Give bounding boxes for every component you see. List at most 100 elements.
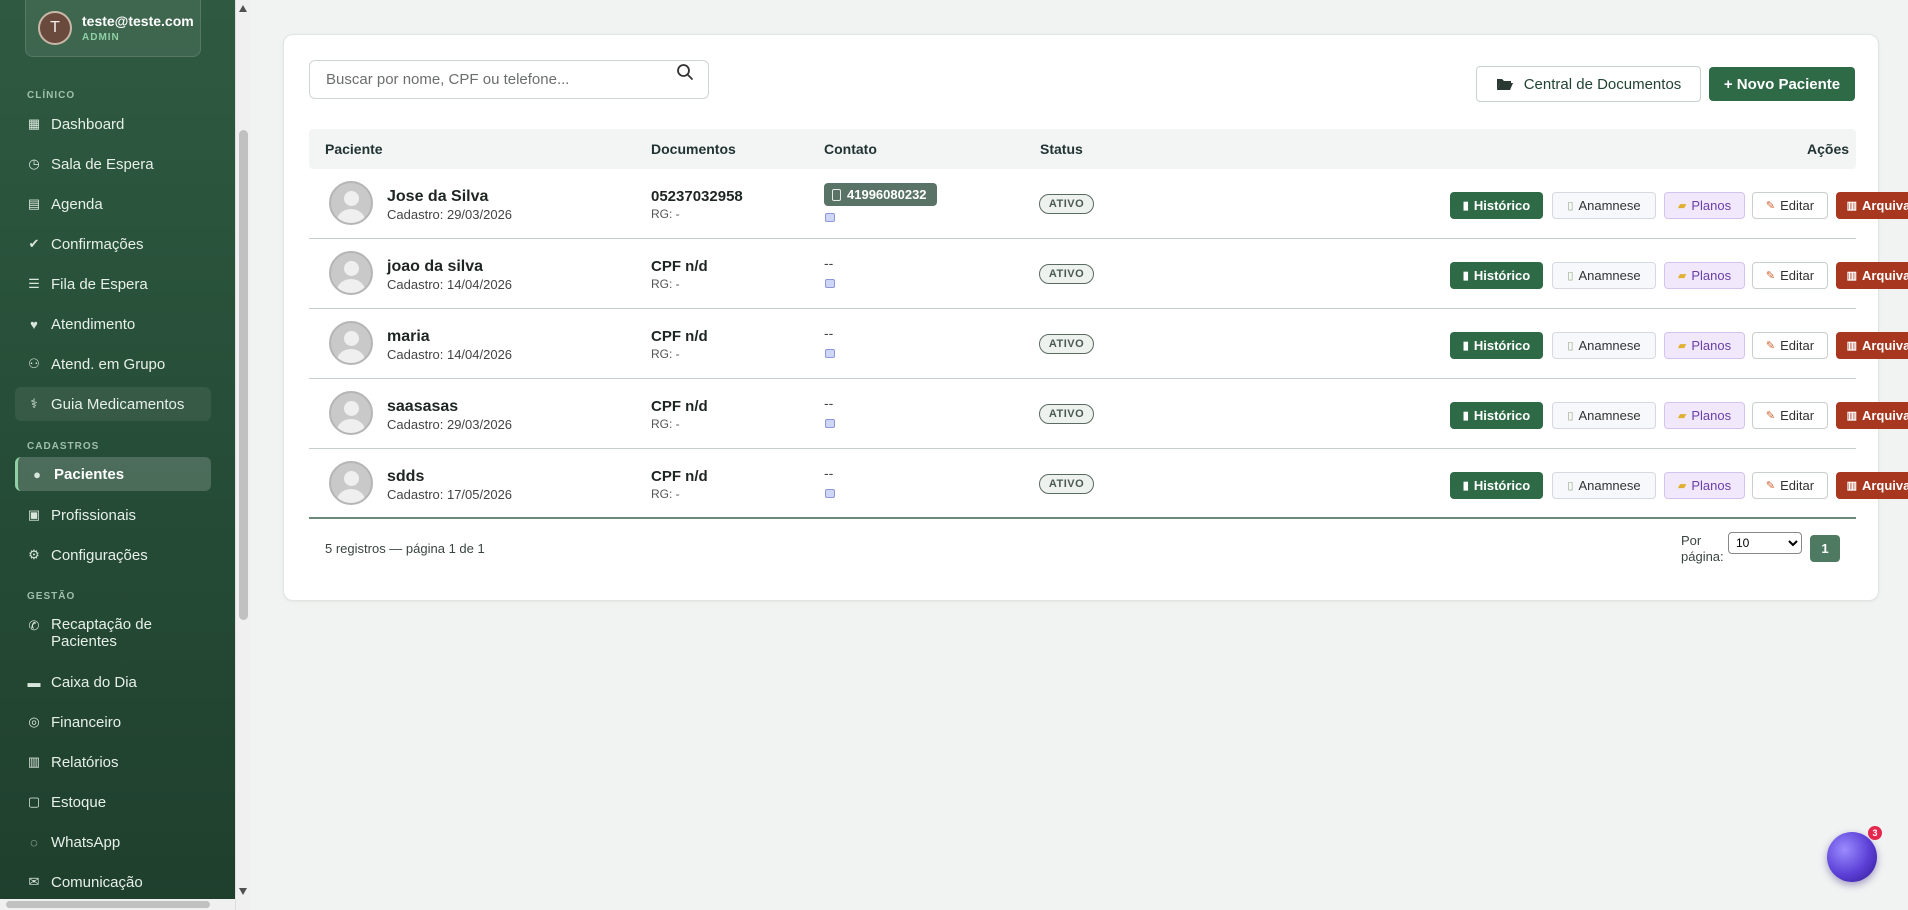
- editar-button[interactable]: ✎ Editar: [1752, 402, 1828, 429]
- pagination-info: 5 registros — página 1 de 1: [325, 541, 485, 556]
- bar-chart-icon: ▥: [27, 754, 41, 769]
- sidebar-item-configuracoes[interactable]: ⚙ Configurações: [15, 538, 211, 572]
- sidebar-item-sala-de-espera[interactable]: ◷ Sala de Espera: [15, 147, 211, 181]
- historico-button[interactable]: ▮ Histórico: [1450, 332, 1543, 359]
- patient-doc: CPF n/d: [651, 328, 708, 345]
- anamnese-button[interactable]: ▯ Anamnese: [1552, 262, 1656, 289]
- sidebar-item-profissionais[interactable]: ▣ Profissionais: [15, 498, 211, 532]
- anamnese-button[interactable]: ▯ Anamnese: [1552, 472, 1656, 499]
- planos-button[interactable]: ▰ Planos: [1664, 332, 1745, 359]
- status-badge: ATIVO: [1039, 404, 1094, 424]
- chat-assistant-button[interactable]: [1827, 832, 1877, 882]
- sidebar-item-financeiro[interactable]: ◎ Financeiro: [15, 705, 211, 739]
- search-icon[interactable]: [676, 63, 694, 81]
- header-acoes: Ações: [1807, 141, 1850, 157]
- briefcase-icon: ▬: [27, 674, 41, 690]
- editar-button[interactable]: ✎ Editar: [1752, 472, 1828, 499]
- patient-avatar: [329, 321, 373, 365]
- sidebar-item-estoque[interactable]: ▢ Estoque: [15, 785, 211, 819]
- sidebar-item-dashboard[interactable]: ▦ Dashboard: [15, 107, 211, 141]
- anamnese-button[interactable]: ▯ Anamnese: [1552, 192, 1656, 219]
- historico-button[interactable]: ▮ Histórico: [1450, 192, 1543, 219]
- pills-icon: ⚕: [30, 396, 38, 411]
- clipboard-icon: ▯: [1567, 200, 1574, 212]
- arquivar-button[interactable]: ▥Arquivar: [1836, 402, 1908, 429]
- scroll-down-arrow[interactable]: [239, 888, 247, 895]
- search-input[interactable]: [309, 60, 709, 99]
- sidebar-horizontal-scrollbar[interactable]: [0, 899, 235, 910]
- central-documentos-button[interactable]: Central de Documentos: [1476, 66, 1701, 102]
- novo-paciente-button[interactable]: + Novo Paciente: [1709, 67, 1855, 101]
- book-icon: ▮: [1462, 270, 1469, 282]
- phone-badge[interactable]: 41996080232: [824, 183, 937, 206]
- patient-avatar: [329, 251, 373, 295]
- per-page-select[interactable]: 10: [1728, 532, 1802, 554]
- historico-button[interactable]: ▮ Histórico: [1450, 472, 1543, 499]
- arquivar-button[interactable]: ▥Arquivar: [1836, 472, 1908, 499]
- historico-button[interactable]: ▮ Histórico: [1450, 402, 1543, 429]
- horizontal-scroll-thumb[interactable]: [6, 901, 210, 908]
- planos-button[interactable]: ▰ Planos: [1664, 402, 1745, 429]
- book-icon: ▮: [1462, 480, 1469, 492]
- sidebar-item-caixa-do-dia[interactable]: ▬ Caixa do Dia: [15, 665, 211, 699]
- clock-icon: ◷: [28, 156, 40, 171]
- anamnese-button[interactable]: ▯ Anamnese: [1552, 402, 1656, 429]
- planos-button[interactable]: ▰ Planos: [1664, 192, 1745, 219]
- sidebar-item-relatorios[interactable]: ▥ Relatórios: [15, 745, 211, 779]
- patient-date: Cadastro: 29/03/2026: [387, 207, 513, 222]
- patient-date: Cadastro: 14/04/2026: [387, 347, 513, 362]
- editar-button[interactable]: ✎ Editar: [1752, 192, 1828, 219]
- status-badge: ATIVO: [1039, 194, 1094, 214]
- sidebar-vertical-scrollbar[interactable]: [235, 0, 250, 910]
- pencil-icon: ✎: [1765, 270, 1776, 282]
- grid-icon: ▦: [27, 116, 41, 131]
- arquivar-button[interactable]: ▥Arquivar: [1836, 192, 1908, 219]
- user-card[interactable]: T teste@teste.com ADMIN: [25, 0, 201, 57]
- sidebar-item-confirmacoes[interactable]: ✔ Confirmações: [15, 227, 211, 261]
- sidebar-item-fila-de-espera[interactable]: ☰ Fila de Espera: [15, 267, 211, 301]
- patient-contact: --: [824, 325, 834, 341]
- patient-name[interactable]: sdds: [387, 468, 424, 486]
- table-row: joao da silva Cadastro: 14/04/2026 CPF n…: [309, 239, 1908, 309]
- arquivar-button[interactable]: ▥Arquivar: [1836, 262, 1908, 289]
- heart-pulse-icon: ♥: [30, 316, 38, 332]
- book-icon: ▮: [1462, 200, 1469, 212]
- patient-name[interactable]: Jose da Silva: [387, 188, 488, 206]
- patient-avatar: [329, 181, 373, 225]
- patient-name[interactable]: joao da silva: [387, 258, 483, 276]
- email-icon: [825, 213, 835, 222]
- sidebar-item-atend-em-grupo[interactable]: ⚇ Atend. em Grupo: [15, 347, 211, 381]
- sidebar-item-agenda[interactable]: ▤ Agenda: [15, 187, 211, 221]
- page-button-current[interactable]: 1: [1810, 535, 1840, 562]
- table-row: saasasas Cadastro: 29/03/2026 CPF n/d RG…: [309, 379, 1908, 449]
- sidebar-item-comunicacao[interactable]: ✉ Comunicação: [15, 865, 211, 899]
- user-icon: ●: [33, 466, 41, 482]
- vertical-scroll-thumb[interactable]: [239, 130, 248, 620]
- editar-button[interactable]: ✎ Editar: [1752, 332, 1828, 359]
- sidebar-item-atendimento[interactable]: ♥ Atendimento: [15, 307, 211, 341]
- historico-button[interactable]: ▮ Histórico: [1450, 262, 1543, 289]
- patient-name[interactable]: maria: [387, 328, 430, 346]
- sidebar-item-recaptacao[interactable]: ✆ Recaptação de Pacientes: [15, 612, 211, 654]
- anamnese-button[interactable]: ▯ Anamnese: [1552, 332, 1656, 359]
- phone-icon: [832, 188, 841, 201]
- user-role: ADMIN: [82, 32, 120, 43]
- pencil-icon: ✎: [1765, 480, 1776, 492]
- folder-icon: ▰: [1677, 410, 1687, 422]
- sidebar-item-pacientes[interactable]: ● Pacientes: [15, 457, 211, 491]
- sidebar-item-whatsapp[interactable]: ◌ WhatsApp: [15, 825, 211, 859]
- planos-button[interactable]: ▰ Planos: [1664, 262, 1745, 289]
- arquivar-button[interactable]: ▥Arquivar: [1836, 332, 1908, 359]
- patient-doc: CPF n/d: [651, 398, 708, 415]
- patient-rg: RG: -: [651, 417, 680, 431]
- email-icon: [825, 349, 835, 358]
- email-icon: [825, 279, 835, 288]
- patient-doc: 05237032958: [651, 188, 743, 205]
- clipboard-icon: ▯: [1567, 270, 1574, 282]
- planos-button[interactable]: ▰ Planos: [1664, 472, 1745, 499]
- trash-icon: ▥: [1846, 340, 1857, 352]
- patient-name[interactable]: saasasas: [387, 398, 458, 416]
- sidebar-item-guia-medicamentos[interactable]: ⚕ Guia Medicamentos: [15, 387, 211, 421]
- editar-button[interactable]: ✎ Editar: [1752, 262, 1828, 289]
- scroll-up-arrow[interactable]: [239, 5, 247, 12]
